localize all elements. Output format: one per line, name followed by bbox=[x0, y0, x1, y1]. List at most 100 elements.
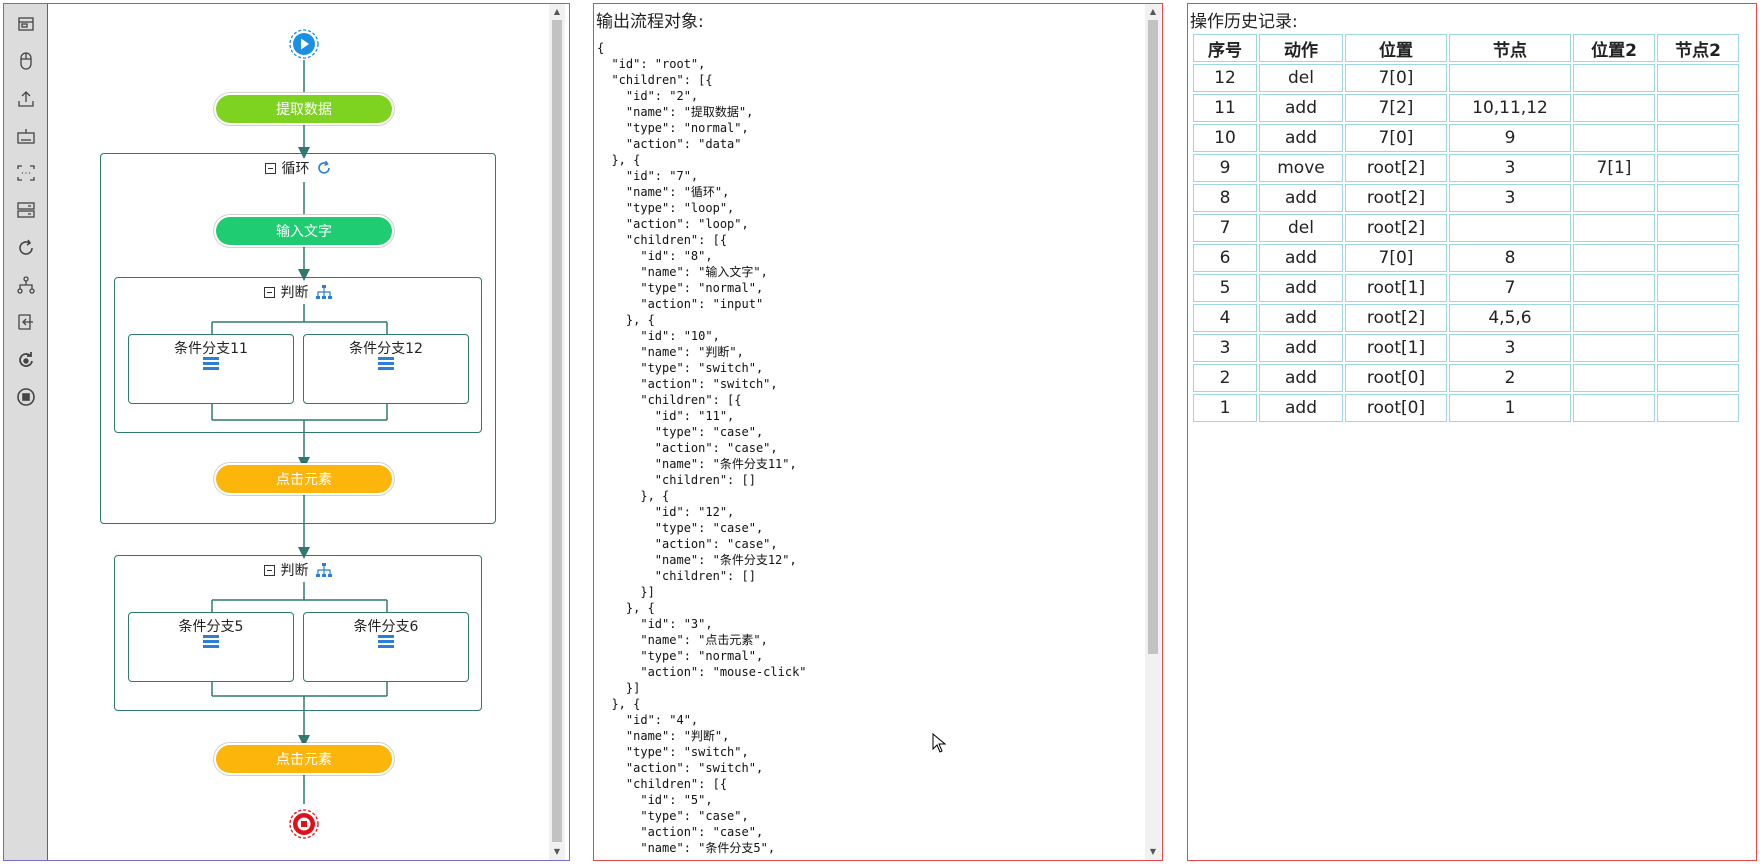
history-table-body: 12 del 7[0] 11 add 7[2] 10,11,12 10 add 7[0] 9 9 mov… bbox=[1193, 64, 1739, 422]
table-cell: 7 bbox=[1193, 214, 1257, 242]
table-cell: root[0] bbox=[1345, 394, 1447, 422]
collapse-toggle[interactable] bbox=[263, 286, 275, 298]
data-table-icon[interactable] bbox=[15, 199, 37, 221]
table-cell bbox=[1657, 334, 1739, 362]
table-row: 10 add 7[0] 9 bbox=[1193, 124, 1739, 152]
table-cell: 12 bbox=[1193, 64, 1257, 92]
table-header-row: 序号 动作 位置 节点 位置2 节点2 bbox=[1193, 34, 1739, 62]
table-cell: 9 bbox=[1193, 154, 1257, 182]
loop-icon[interactable] bbox=[15, 237, 37, 259]
table-cell: 5 bbox=[1193, 274, 1257, 302]
table-cell bbox=[1657, 244, 1739, 272]
window-icon[interactable] bbox=[15, 13, 37, 35]
collapse-toggle[interactable] bbox=[264, 162, 276, 174]
click-element-node-2[interactable]: 点击元素 bbox=[216, 745, 392, 773]
click-element-node-1[interactable]: 点击元素 bbox=[216, 465, 392, 493]
table-cell bbox=[1573, 304, 1655, 332]
start-node[interactable] bbox=[289, 29, 319, 59]
table-cell bbox=[1657, 394, 1739, 422]
loop-refresh-icon bbox=[317, 160, 330, 174]
table-cell: 3 bbox=[1449, 184, 1571, 212]
col-header-action: 动作 bbox=[1259, 34, 1343, 62]
json-output-text[interactable]: { "id": "root", "children": [{ "id": "2"… bbox=[597, 40, 1142, 860]
table-cell: 10,11,12 bbox=[1449, 94, 1571, 122]
table-cell: 8 bbox=[1193, 184, 1257, 212]
case-branch-6[interactable]: 条件分支6 bbox=[303, 612, 469, 682]
table-cell bbox=[1573, 394, 1655, 422]
refresh-icon[interactable] bbox=[15, 349, 37, 371]
scroll-thumb[interactable] bbox=[1148, 20, 1158, 654]
switch-title: 判断 bbox=[280, 285, 309, 301]
case-menu-icon[interactable] bbox=[203, 635, 219, 650]
branch-icon[interactable] bbox=[15, 274, 37, 296]
scroll-down-arrow[interactable]: ▼ bbox=[549, 846, 565, 858]
node-toolbar bbox=[4, 4, 48, 860]
table-cell: 4 bbox=[1193, 304, 1257, 332]
upload-icon[interactable] bbox=[15, 88, 37, 110]
flow-canvas[interactable]: 提取数据 循环 输入文字 判断 条件分支11 条件分支12 点击元素 判断 条件… bbox=[48, 4, 569, 860]
col-header-node: 节点 bbox=[1449, 34, 1571, 62]
history-panel-title: 操作历史记录: bbox=[1190, 12, 1298, 32]
table-cell: 7[0] bbox=[1345, 64, 1447, 92]
case-branch-12[interactable]: 条件分支12 bbox=[303, 334, 469, 404]
loop-header: 循环 bbox=[101, 158, 495, 178]
table-cell bbox=[1573, 244, 1655, 272]
table-cell bbox=[1573, 64, 1655, 92]
case-branch-11[interactable]: 条件分支11 bbox=[128, 334, 294, 404]
table-cell: root[2] bbox=[1345, 154, 1447, 182]
table-cell: 1 bbox=[1449, 394, 1571, 422]
loop-title: 循环 bbox=[281, 161, 310, 177]
table-cell: add bbox=[1259, 124, 1343, 152]
table-cell: del bbox=[1259, 64, 1343, 92]
table-cell bbox=[1449, 214, 1571, 242]
flow-scrollbar[interactable]: ▲ ▼ bbox=[549, 4, 565, 860]
branch-icon bbox=[315, 563, 332, 577]
table-cell: add bbox=[1259, 94, 1343, 122]
input-text-node[interactable]: 输入文字 bbox=[216, 217, 392, 245]
case-menu-icon[interactable] bbox=[378, 357, 394, 372]
table-cell bbox=[1657, 94, 1739, 122]
table-cell: 10 bbox=[1193, 124, 1257, 152]
table-cell: 3 bbox=[1193, 334, 1257, 362]
table-cell: root[2] bbox=[1345, 214, 1447, 242]
table-cell: 3 bbox=[1449, 154, 1571, 182]
scroll-up-arrow[interactable]: ▲ bbox=[1145, 6, 1161, 18]
table-cell: 4,5,6 bbox=[1449, 304, 1571, 332]
table-cell: move bbox=[1259, 154, 1343, 182]
switch-title: 判断 bbox=[280, 563, 309, 579]
table-cell: 8 bbox=[1449, 244, 1571, 272]
scroll-up-arrow[interactable]: ▲ bbox=[549, 6, 565, 18]
table-cell: add bbox=[1259, 304, 1343, 332]
table-cell bbox=[1657, 364, 1739, 392]
case-label: 条件分支5 bbox=[178, 619, 244, 635]
json-scrollbar[interactable]: ▲ ▼ bbox=[1145, 4, 1161, 860]
case-branch-5[interactable]: 条件分支5 bbox=[128, 612, 294, 682]
table-cell bbox=[1573, 274, 1655, 302]
col-header-position: 位置 bbox=[1345, 34, 1447, 62]
table-cell: 3 bbox=[1449, 334, 1571, 362]
case-menu-icon[interactable] bbox=[203, 357, 219, 372]
table-row: 4 add root[2] 4,5,6 bbox=[1193, 304, 1739, 332]
table-cell bbox=[1449, 64, 1571, 92]
end-node[interactable] bbox=[289, 809, 319, 839]
case-menu-icon[interactable] bbox=[378, 635, 394, 650]
extract-data-node[interactable]: 提取数据 bbox=[216, 95, 392, 123]
scroll-down-arrow[interactable]: ▼ bbox=[1145, 846, 1161, 858]
json-output-panel: 输出流程对象: { "id": "root", "children": [{ "… bbox=[593, 3, 1163, 861]
table-cell: 7[0] bbox=[1345, 244, 1447, 272]
scroll-thumb[interactable] bbox=[552, 20, 562, 842]
mouse-icon[interactable] bbox=[15, 50, 37, 72]
keyboard-icon[interactable] bbox=[15, 125, 37, 147]
input-box-icon[interactable] bbox=[15, 162, 37, 184]
history-panel: 操作历史记录: 序号 动作 位置 节点 位置2 节点2 12 del 7[0] 11 a… bbox=[1187, 3, 1757, 861]
collapse-toggle[interactable] bbox=[263, 564, 275, 576]
table-cell: 7 bbox=[1449, 274, 1571, 302]
table-cell: root[1] bbox=[1345, 274, 1447, 302]
table-cell bbox=[1573, 334, 1655, 362]
exit-icon[interactable] bbox=[15, 311, 37, 333]
table-cell: 1 bbox=[1193, 394, 1257, 422]
col-header-node2: 节点2 bbox=[1657, 34, 1739, 62]
table-cell: root[2] bbox=[1345, 304, 1447, 332]
stop-icon[interactable] bbox=[15, 386, 37, 408]
table-cell: add bbox=[1259, 274, 1343, 302]
